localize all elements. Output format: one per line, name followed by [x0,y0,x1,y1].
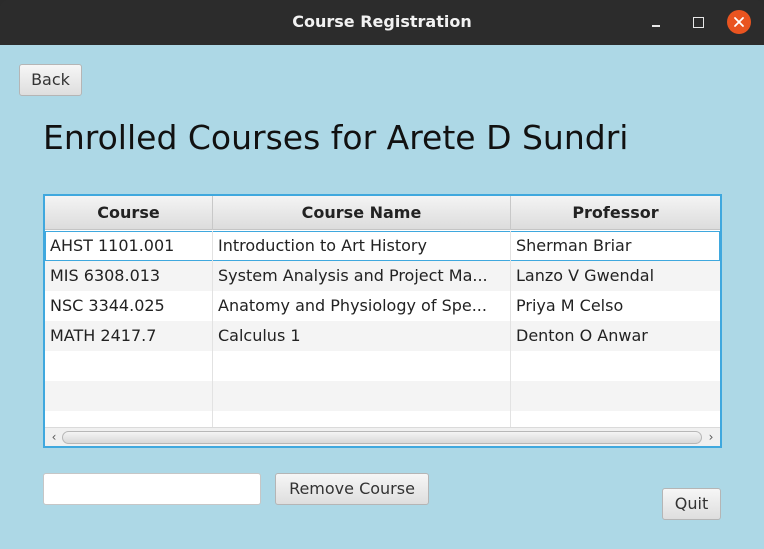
cell-professor: Priya M Celso [516,296,624,315]
cell-professor: Denton O Anwar [516,326,648,345]
table-row[interactable]: MIS 6308.013 System Analysis and Project… [45,261,720,291]
empty-row [45,381,720,411]
cell-course-name: Calculus 1 [213,321,511,351]
courses-table[interactable]: Course Course Name Professor AHST 1101.0… [43,194,722,448]
cell-professor: Sherman Briar [516,236,632,255]
scroll-left-icon[interactable]: ‹ [47,430,61,444]
cell-course-name: System Analysis and Project Ma... [213,261,511,291]
table-header: Course Course Name Professor [45,196,720,230]
cell-course-name: Anatomy and Physiology of Spe... [213,291,511,321]
empty-cell [45,381,213,411]
course-input[interactable] [43,473,261,505]
empty-cell [213,381,511,411]
cell-course: NSC 3344.025 [45,291,213,321]
column-header-professor[interactable]: Professor [511,196,720,230]
table-body: AHST 1101.001 Introduction to Art Histor… [45,231,720,441]
cell-professor: Lanzo V Gwendal [516,266,655,285]
back-button[interactable]: Back [19,64,82,96]
empty-cell [511,351,720,381]
minimize-icon[interactable] [644,10,668,34]
quit-button[interactable]: Quit [662,488,721,520]
table-row[interactable]: AHST 1101.001 Introduction to Art Histor… [45,231,720,261]
table-row[interactable]: NSC 3344.025 Anatomy and Physiology of S… [45,291,720,321]
page-title: Enrolled Courses for Arete D Sundri [43,118,629,157]
empty-cell [511,381,720,411]
empty-row [45,351,720,381]
empty-cell [45,351,213,381]
cell-course: MATH 2417.7 [45,321,213,351]
maximize-icon[interactable] [686,10,710,34]
empty-cell [213,351,511,381]
cell-course-name: Introduction to Art History [213,231,511,261]
scrollbar-thumb[interactable] [62,431,702,444]
horizontal-scrollbar[interactable]: ‹ › [45,427,720,446]
cell-course: AHST 1101.001 [45,231,213,261]
scroll-right-icon[interactable]: › [704,430,718,444]
window-titlebar: Course Registration [0,0,764,45]
window-content: Back Enrolled Courses for Arete D Sundri… [0,45,764,549]
column-header-course[interactable]: Course [45,196,213,230]
close-icon[interactable] [727,10,751,34]
cell-course: MIS 6308.013 [45,261,213,291]
remove-course-button[interactable]: Remove Course [275,473,429,505]
table-row[interactable]: MATH 2417.7 Calculus 1 Denton O Anwar [45,321,720,351]
column-header-course-name[interactable]: Course Name [213,196,511,230]
